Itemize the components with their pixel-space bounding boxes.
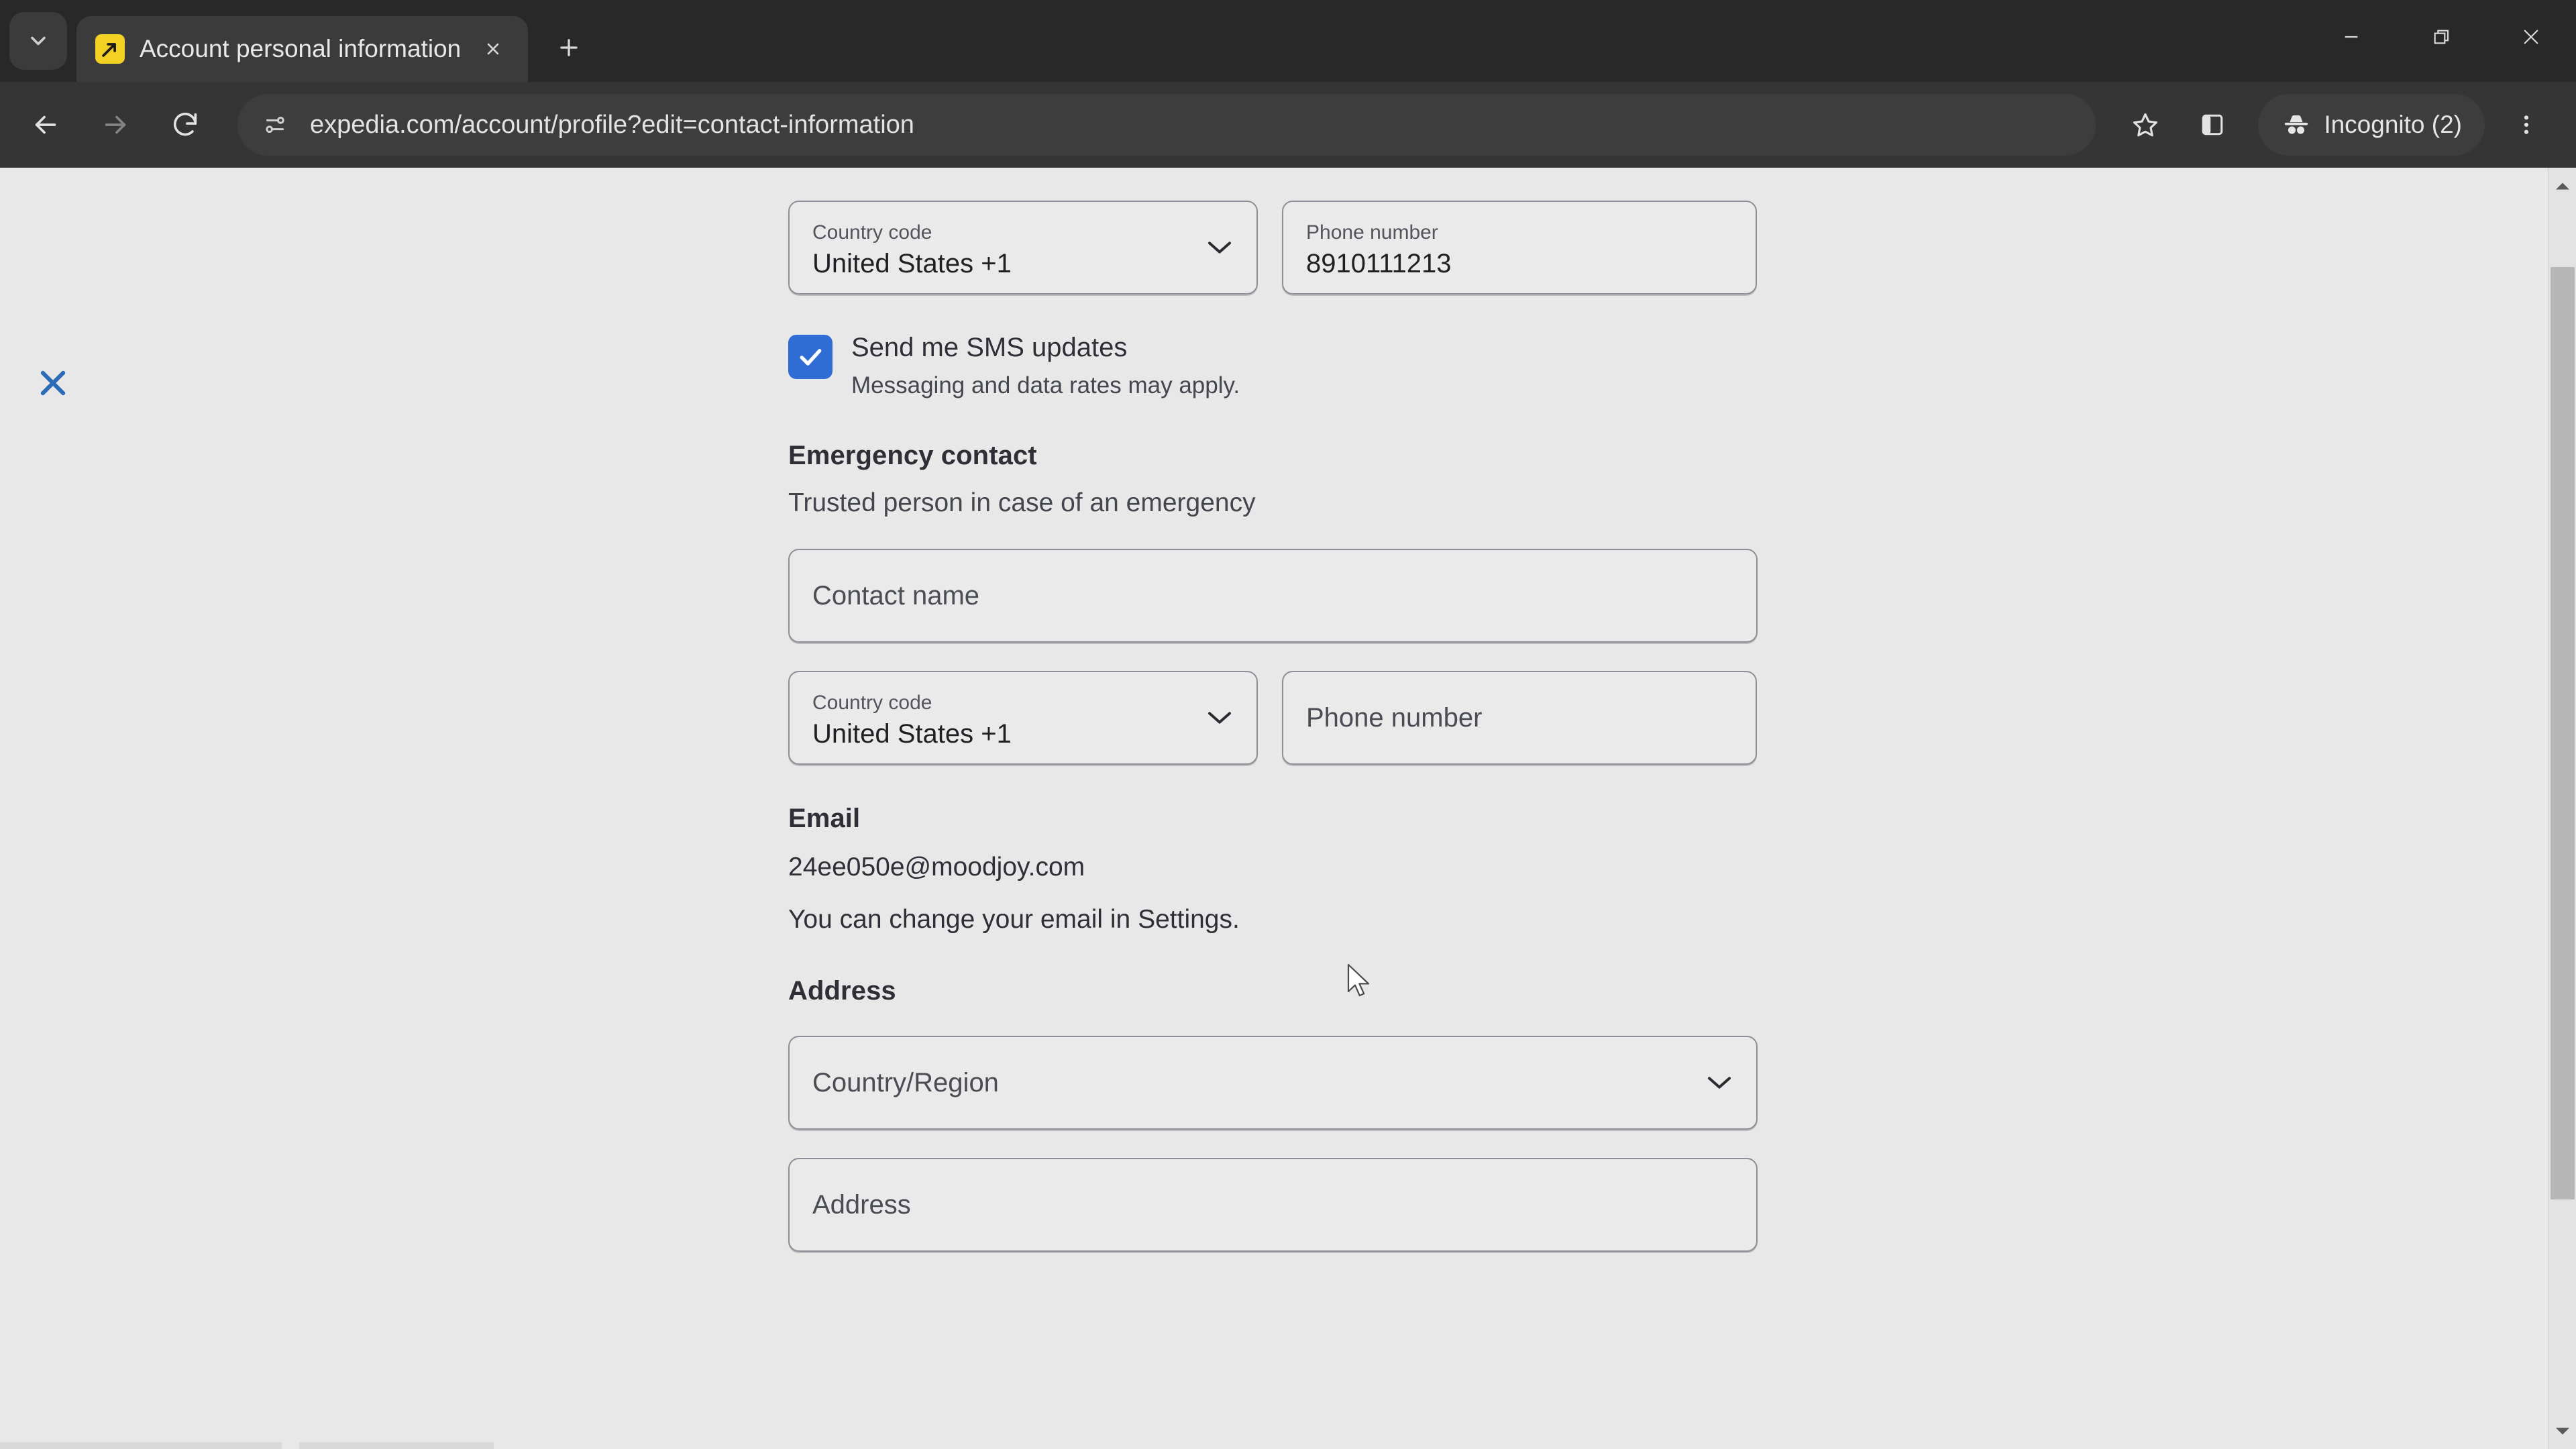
emergency-country-code-value: United States +1 — [812, 718, 1012, 749]
bottom-strip-segment — [299, 1442, 494, 1449]
scrollbar-thumb[interactable] — [2551, 267, 2575, 1199]
address-heading: Address — [788, 976, 896, 1006]
mobile-phone-number-field[interactable]: Phone number 8910111213 — [1282, 201, 1757, 294]
sms-updates-sublabel: Messaging and data rates may apply. — [851, 372, 1240, 398]
emergency-contact-subheading: Trusted person in case of an emergency — [788, 488, 1256, 518]
page-bottom-strip — [0, 1440, 2576, 1449]
browser-toolbar: expedia.com/account/profile?edit=contact… — [0, 82, 2576, 168]
email-value: 24ee050e@moodjoy.com — [788, 853, 1085, 882]
mobile-number-heading: Mobile number — [788, 168, 1758, 171]
emergency-phone-number-field[interactable]: Phone number — [1282, 671, 1757, 765]
emergency-contact-name-placeholder: Contact name — [812, 581, 980, 611]
tab-search-chevron-icon[interactable] — [9, 12, 67, 70]
address-bar[interactable]: expedia.com/account/profile?edit=contact… — [237, 94, 2096, 156]
chevron-down-icon — [1205, 704, 1234, 732]
browser-window: Account personal information expedia.com… — [0, 0, 2576, 1449]
browser-tab[interactable]: Account personal information — [76, 16, 529, 82]
contact-information-form: Mobile number Country code United States… — [788, 168, 1758, 1252]
minimize-button[interactable] — [2306, 0, 2396, 74]
page-scrollbar[interactable] — [2548, 168, 2576, 1449]
expedia-favicon-icon — [95, 34, 125, 64]
close-window-button[interactable] — [2486, 0, 2576, 74]
mobile-country-code-select[interactable]: Country code United States +1 — [788, 201, 1258, 294]
emergency-contact-name-field[interactable]: Contact name — [788, 549, 1758, 643]
new-tab-button[interactable] — [545, 24, 592, 71]
tab-close-icon[interactable] — [476, 32, 511, 66]
incognito-indicator[interactable]: Incognito (2) — [2258, 94, 2485, 156]
chevron-down-icon — [1205, 233, 1234, 262]
incognito-label: Incognito (2) — [2324, 111, 2462, 138]
email-note: You can change your email in Settings. — [788, 905, 1240, 934]
mobile-phone-label: Phone number — [1306, 221, 1438, 244]
email-heading: Email — [788, 804, 861, 834]
emergency-country-code-label: Country code — [812, 691, 932, 714]
sms-updates-checkbox[interactable] — [788, 335, 833, 379]
emergency-country-code-select[interactable]: Country code United States +1 — [788, 671, 1258, 765]
chevron-down-icon — [1705, 1069, 1733, 1097]
address-line-field[interactable]: Address — [788, 1158, 1758, 1252]
emergency-phone-placeholder: Phone number — [1306, 703, 1483, 733]
country-region-select[interactable]: Country/Region — [788, 1036, 1758, 1130]
mobile-phone-value: 8910111213 — [1306, 248, 1452, 278]
bottom-strip-segment — [0, 1442, 282, 1449]
back-button[interactable] — [13, 93, 78, 157]
sms-updates-label: Send me SMS updates — [851, 333, 1128, 362]
page-viewport: Mobile number Country code United States… — [0, 168, 2576, 1449]
mobile-country-code-label: Country code — [812, 221, 932, 244]
tab-title: Account personal information — [140, 35, 462, 62]
emergency-contact-heading: Emergency contact — [788, 441, 1037, 471]
window-controls — [2306, 0, 2576, 74]
mobile-number-row: Country code United States +1 Phone numb… — [788, 201, 1758, 294]
bookmark-star-icon[interactable] — [2114, 94, 2176, 156]
url-text[interactable]: expedia.com/account/profile?edit=contact… — [310, 111, 2077, 140]
tab-strip: Account personal information — [0, 0, 2576, 82]
site-settings-icon[interactable] — [260, 110, 290, 140]
maximize-restore-button[interactable] — [2396, 0, 2486, 74]
sms-updates-checkbox-row[interactable]: Send me SMS updates Messaging and data r… — [788, 332, 1758, 399]
emergency-phone-row: Country code United States +1 Phone numb… — [788, 671, 1758, 765]
close-editor-button[interactable] — [32, 362, 74, 404]
address-line-placeholder: Address — [812, 1190, 911, 1220]
scroll-up-arrow-icon[interactable] — [2548, 172, 2576, 200]
reload-button[interactable] — [153, 93, 217, 157]
side-panel-icon[interactable] — [2182, 94, 2243, 156]
forward-button[interactable] — [83, 93, 148, 157]
kebab-menu-icon[interactable] — [2496, 94, 2557, 156]
country-region-placeholder: Country/Region — [812, 1068, 999, 1098]
mobile-country-code-value: United States +1 — [812, 248, 1012, 278]
